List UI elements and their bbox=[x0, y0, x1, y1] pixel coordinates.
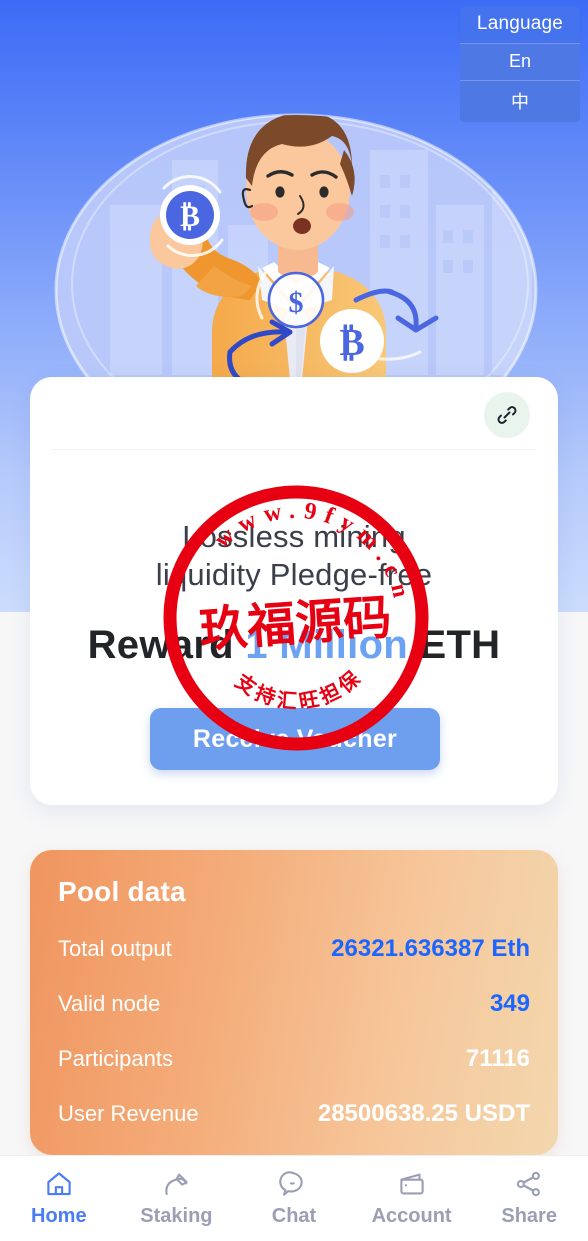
nav-item-account[interactable]: Account bbox=[353, 1169, 471, 1228]
pool-data-title: Pool data bbox=[58, 876, 186, 907]
svg-text:₿: ₿ bbox=[180, 200, 200, 233]
nav-item-home[interactable]: Home bbox=[0, 1169, 118, 1228]
nav-item-staking[interactable]: Staking bbox=[118, 1169, 236, 1228]
wallet-icon bbox=[399, 1173, 424, 1195]
nav-label: Account bbox=[371, 1205, 452, 1227]
language-switcher-title[interactable]: Language bbox=[460, 6, 580, 43]
pool-row-user-revenue: User Revenue 28500638.25 USDT bbox=[58, 1100, 530, 1128]
promo-headline: Reward 1 Million ETH bbox=[30, 623, 558, 668]
svg-text:₿: ₿ bbox=[339, 322, 364, 364]
language-option-zh[interactable]: 中 bbox=[460, 80, 580, 122]
pool-value: 28500638.25 USDT bbox=[317, 1100, 530, 1127]
share-nodes-icon bbox=[516, 1171, 541, 1197]
nav-label: Home bbox=[31, 1205, 87, 1227]
headline-prefix: Reward bbox=[87, 623, 246, 667]
pool-data-card: Pool data Total output 26321.636387 Eth … bbox=[30, 850, 558, 1155]
pool-row-valid-node: Valid node 349 bbox=[58, 990, 530, 1018]
promo-line-2: liquidity Pledge-free bbox=[155, 557, 433, 592]
nav-label: Staking bbox=[140, 1205, 213, 1227]
home-icon bbox=[47, 1172, 71, 1196]
headline-highlight: 1 Million bbox=[245, 623, 409, 667]
receive-voucher-button[interactable]: Receive Voucher bbox=[150, 708, 440, 770]
chain-link-icon[interactable] bbox=[484, 392, 530, 438]
pool-value: 349 bbox=[489, 990, 530, 1017]
pool-row-total-output: Total output 26321.636387 Eth bbox=[58, 935, 530, 963]
pickaxe-icon bbox=[165, 1173, 189, 1196]
pool-value: 26321.636387 Eth bbox=[331, 935, 530, 962]
pool-row-participants: Participants 71116 bbox=[58, 1045, 530, 1073]
pool-label: Valid node bbox=[58, 991, 161, 1016]
pool-value: 71116 bbox=[465, 1045, 530, 1072]
promo-line-1: Lossless mining bbox=[182, 519, 406, 554]
language-switcher[interactable]: Language En 中 bbox=[460, 6, 580, 122]
promo-card: Lossless mining liquidity Pledge-free Re… bbox=[30, 377, 558, 805]
bottom-navigation: Home Staking Chat Account Share bbox=[0, 1155, 588, 1241]
pool-label: User Revenue bbox=[58, 1101, 199, 1126]
pool-label: Total output bbox=[58, 936, 172, 961]
nav-item-share[interactable]: Share bbox=[470, 1169, 588, 1228]
headline-suffix: ETH bbox=[408, 623, 501, 667]
language-option-en[interactable]: En bbox=[460, 43, 580, 80]
nav-label: Share bbox=[501, 1205, 557, 1227]
nav-label: Chat bbox=[271, 1205, 317, 1227]
card-divider bbox=[52, 449, 536, 450]
svg-text:$: $ bbox=[289, 286, 304, 319]
pool-label: Participants bbox=[58, 1046, 173, 1071]
chat-bubble-icon bbox=[279, 1171, 303, 1196]
nav-item-chat[interactable]: Chat bbox=[235, 1169, 353, 1228]
